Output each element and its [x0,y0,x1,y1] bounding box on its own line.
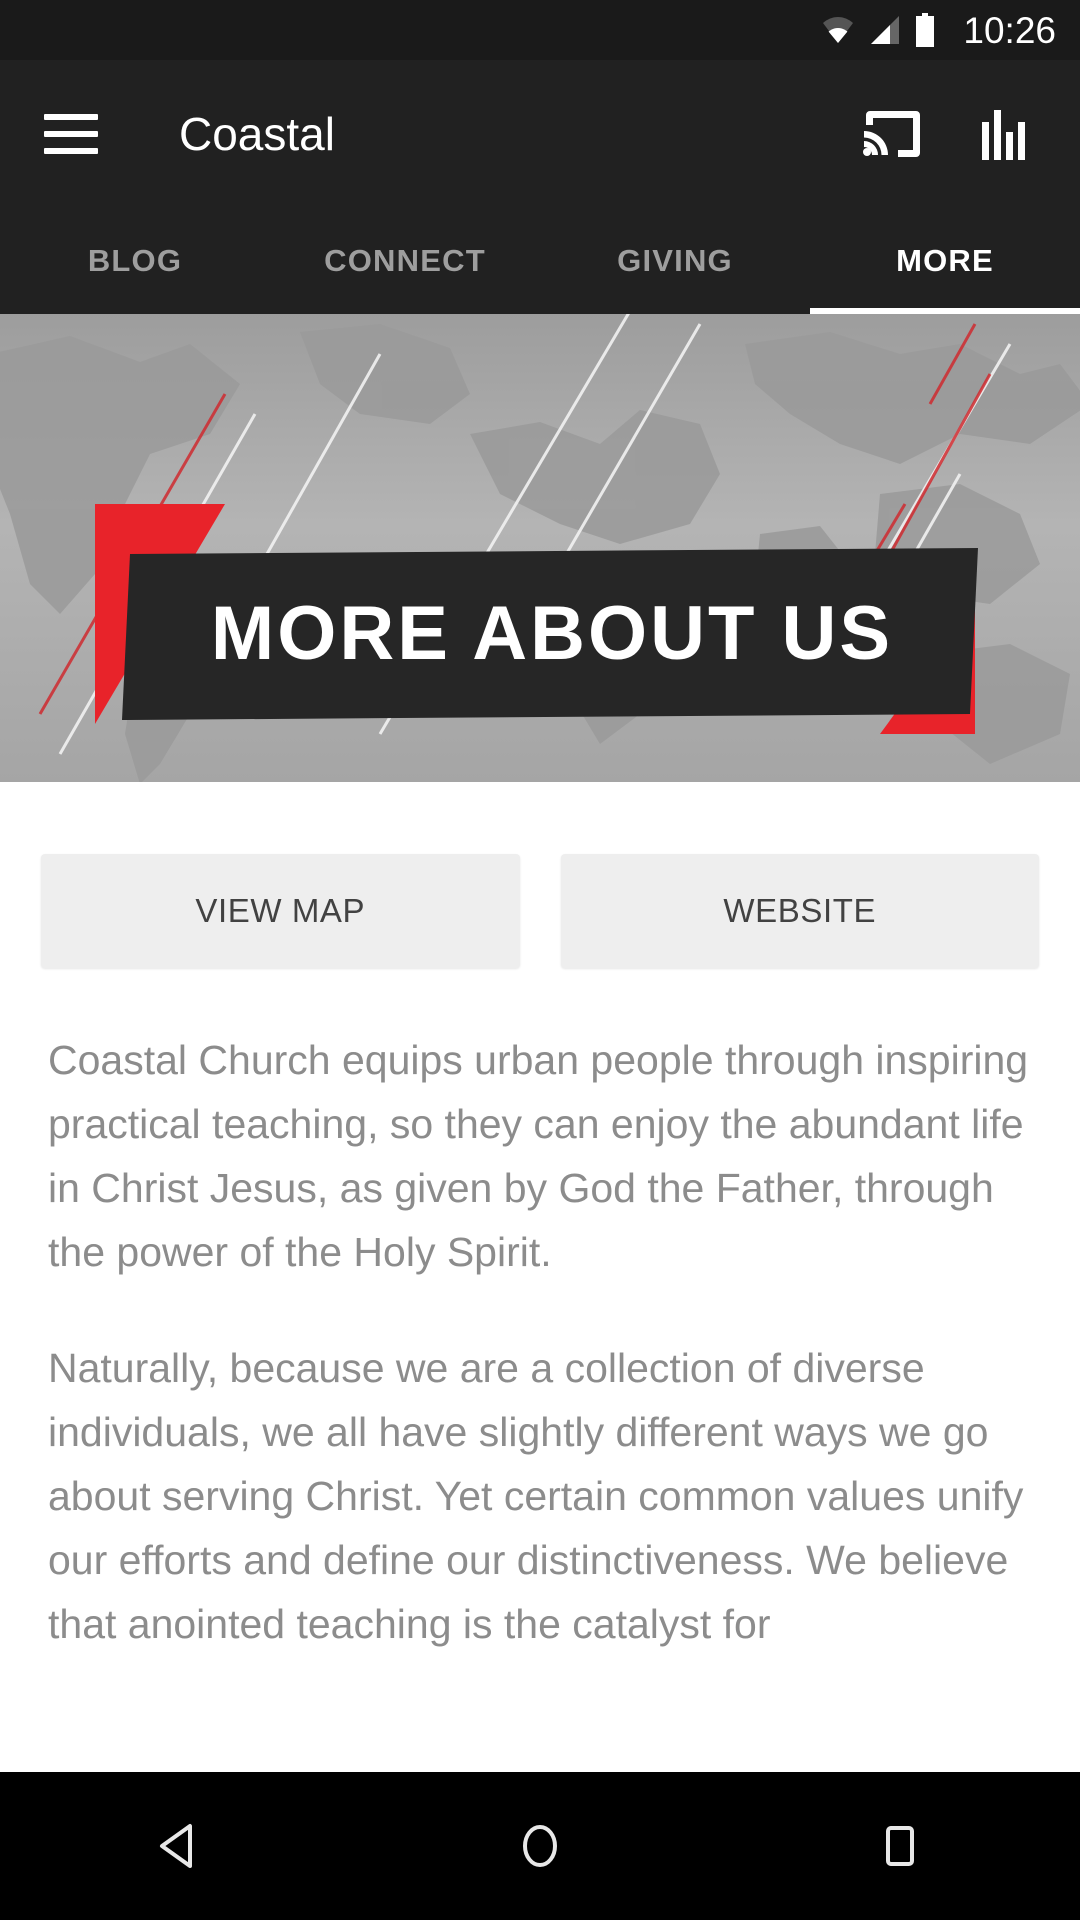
home-circle-icon [523,1825,557,1867]
recents-square-icon [886,1826,914,1866]
tab-giving[interactable]: GIVING [540,208,810,314]
home-button[interactable] [480,1791,600,1901]
main-content: VIEW MAP WEBSITE Coastal Church equips u… [0,782,1080,1772]
hero-banner-graphic: MORE ABOUT US [0,314,1080,782]
wifi-icon [823,17,854,43]
tab-label: MORE [896,243,994,278]
website-button[interactable]: WEBSITE [560,854,1039,968]
tab-label: BLOG [87,243,183,278]
about-paragraph-1: Coastal Church equips urban people throu… [48,1037,1029,1275]
recents-button[interactable] [840,1791,960,1901]
equalizer-bar-chart-icon[interactable] [980,108,1032,160]
about-text-block: Coastal Church equips urban people throu… [0,968,1080,1656]
hamburger-bar [44,131,98,137]
tab-more[interactable]: MORE [810,208,1080,314]
hamburger-bar [44,148,98,154]
status-bar-icons: 10:26 [821,12,1056,49]
battery-icon [916,13,935,47]
hamburger-bar [44,114,98,120]
app-title: Coastal [179,108,335,160]
tab-connect[interactable]: CONNECT [270,208,540,314]
view-map-button[interactable]: VIEW MAP [41,854,520,968]
app-bar: Coastal [0,60,1080,208]
app-bar-actions [862,107,1032,161]
hero-headline: MORE ABOUT US [211,591,893,676]
tab-label: CONNECT [324,243,486,278]
android-navigation-bar [0,1772,1080,1920]
hero-banner: MORE ABOUT US [0,314,1080,782]
back-triangle-icon [160,1824,192,1868]
tab-blog[interactable]: BLOG [0,208,270,314]
cast-icon[interactable] [862,107,924,161]
tab-label: GIVING [617,243,733,278]
tab-bar: BLOG CONNECT GIVING MORE [0,208,1080,314]
status-bar: 10:26 [0,0,1080,60]
cellular-signal-icon [871,16,900,44]
action-button-row: VIEW MAP WEBSITE [0,782,1080,968]
about-paragraph-2: Naturally, because we are a collection o… [48,1345,1024,1647]
status-bar-clock: 10:26 [963,9,1056,51]
hamburger-menu-icon[interactable] [44,114,98,154]
back-button[interactable] [120,1791,240,1901]
